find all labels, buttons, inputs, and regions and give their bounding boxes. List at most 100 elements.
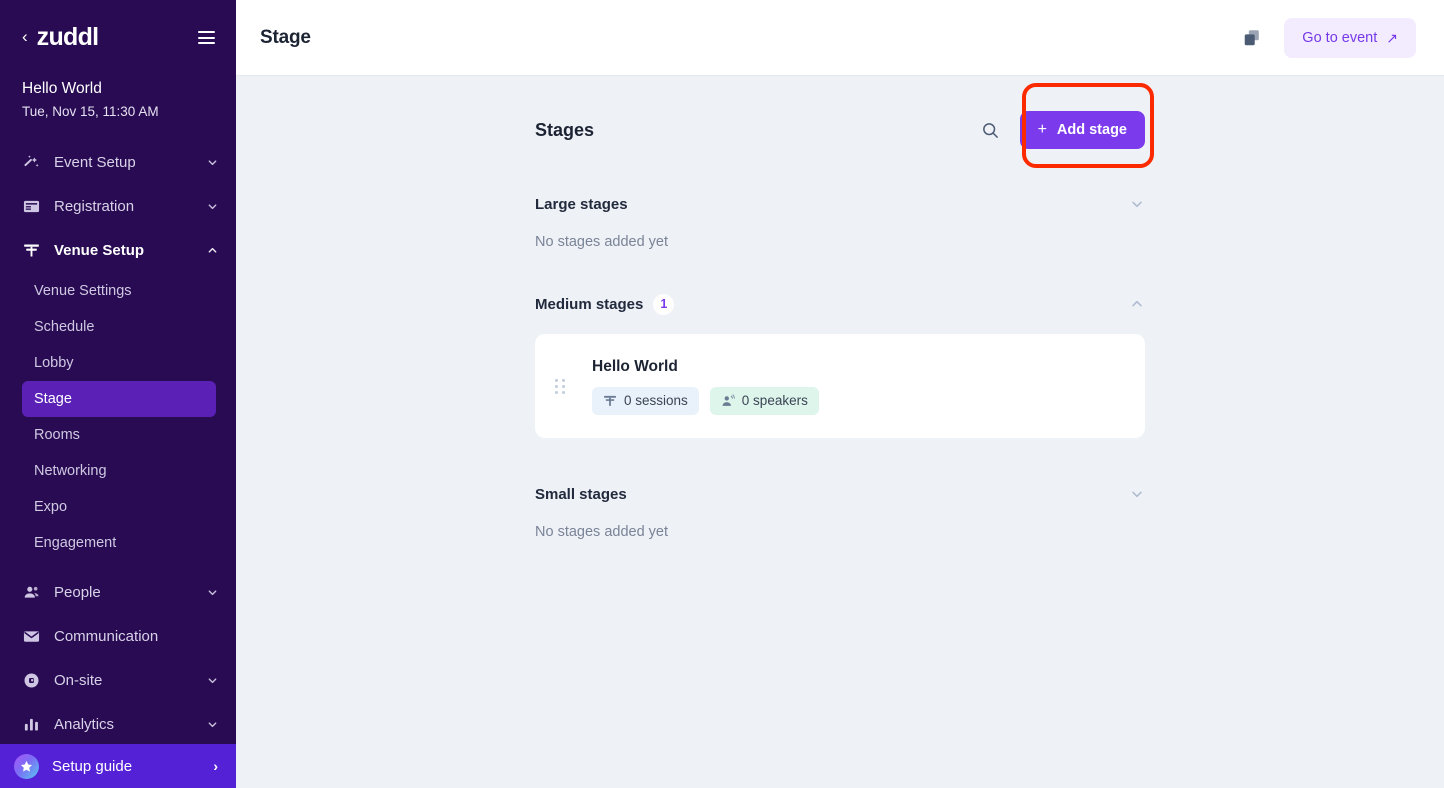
speakers-label: 0 speakers [742, 393, 808, 408]
section-title: Medium stages [535, 296, 643, 313]
speakers-badge: 0 speakers [710, 387, 819, 415]
top-bar: Stage Go to event ↗ [236, 0, 1444, 76]
envelope-icon [22, 628, 40, 646]
section-large-stages: Large stages No stages added yet [535, 190, 1145, 252]
sidebar-item-label: On-site [54, 672, 206, 689]
stage-count-badge: 1 [653, 294, 674, 315]
go-to-event-button[interactable]: Go to event ↗ [1284, 18, 1416, 58]
sessions-label: 0 sessions [624, 393, 688, 408]
section-title: Large stages [535, 196, 628, 213]
sidebar-item-venue-setup[interactable]: Venue Setup [0, 229, 236, 273]
sub-item-label: Expo [34, 499, 67, 515]
chevron-down-icon[interactable] [206, 201, 218, 213]
sub-item-label: Stage [34, 391, 72, 407]
section-title: Small stages [535, 486, 627, 503]
sidebar-item-rooms[interactable]: Rooms [22, 417, 216, 453]
empty-text-small: No stages added yet [535, 522, 1145, 542]
search-icon[interactable] [976, 115, 1006, 145]
podium-icon [603, 394, 617, 408]
app-root: ‹ zuddl Hello World Tue, Nov 15, 11:30 A… [0, 0, 1444, 788]
panel-title: Stages [535, 120, 594, 141]
sub-item-label: Lobby [34, 355, 74, 371]
copy-duplicate-icon[interactable] [1242, 28, 1262, 48]
speaker-person-icon [721, 394, 735, 408]
topbar-actions: Go to event ↗ [1242, 18, 1416, 58]
brand-name: zuddl [37, 25, 99, 50]
sidebar: ‹ zuddl Hello World Tue, Nov 15, 11:30 A… [0, 0, 236, 788]
stage-name: Hello World [592, 358, 819, 376]
section-header-medium[interactable]: Medium stages 1 [535, 290, 1145, 318]
add-stage-button[interactable]: + Add stage [1020, 111, 1145, 149]
content-area: Stages + Add stage [236, 76, 1444, 788]
sidebar-item-stage[interactable]: Stage [22, 381, 216, 417]
stage-podium-icon [22, 242, 40, 260]
sub-item-label: Venue Settings [34, 283, 132, 299]
sub-item-label: Engagement [34, 535, 116, 551]
drag-handle-icon[interactable] [555, 379, 565, 394]
chevron-left-icon[interactable]: ‹ [22, 28, 28, 45]
sub-item-label: Rooms [34, 427, 80, 443]
sub-item-label: Networking [34, 463, 107, 479]
sidebar-item-on-site[interactable]: On-site [0, 659, 236, 703]
badge-scanner-icon [22, 672, 40, 690]
venue-setup-subnav: Venue Settings Schedule Lobby Stage Room… [0, 273, 236, 561]
stages-panel: Stages + Add stage [535, 76, 1145, 542]
chevron-down-icon[interactable] [206, 719, 218, 731]
sidebar-item-networking[interactable]: Networking [22, 453, 216, 489]
sidebar-item-label: Venue Setup [54, 242, 206, 259]
sidebar-item-schedule[interactable]: Schedule [22, 309, 216, 345]
setup-guide-button[interactable]: Setup guide › [0, 744, 236, 788]
sidebar-header: ‹ zuddl [0, 0, 236, 76]
sessions-badge: 0 sessions [592, 387, 699, 415]
chevron-down-icon[interactable] [206, 675, 218, 687]
empty-text-large: No stages added yet [535, 232, 1145, 252]
sub-item-label: Schedule [34, 319, 94, 335]
people-icon [22, 584, 40, 602]
brand-logo[interactable]: ‹ zuddl [22, 25, 98, 50]
section-header-large[interactable]: Large stages [535, 190, 1145, 218]
panel-actions: + Add stage [976, 111, 1145, 149]
sidebar-item-label: People [54, 584, 206, 601]
star-icon [14, 754, 39, 779]
bar-chart-icon [22, 716, 40, 734]
plus-icon: + [1038, 122, 1047, 138]
section-header-small[interactable]: Small stages [535, 480, 1145, 508]
setup-guide-label: Setup guide [52, 758, 213, 775]
magic-wand-icon [22, 154, 40, 172]
chevron-down-icon[interactable] [206, 157, 218, 169]
event-datetime: Tue, Nov 15, 11:30 AM [22, 101, 214, 123]
sidebar-item-engagement[interactable]: Engagement [22, 525, 216, 561]
sidebar-item-label: Analytics [54, 716, 206, 733]
chevron-right-icon[interactable]: › [213, 758, 218, 774]
arrow-up-right-icon: ↗ [1386, 31, 1398, 45]
sidebar-item-registration[interactable]: Registration [0, 185, 236, 229]
sidebar-item-people[interactable]: People [0, 571, 236, 615]
section-medium-stages: Medium stages 1 Hello World [535, 290, 1145, 438]
chevron-down-icon[interactable] [1129, 486, 1145, 502]
section-small-stages: Small stages No stages added yet [535, 480, 1145, 542]
event-name: Hello World [22, 78, 214, 100]
sidebar-item-lobby[interactable]: Lobby [22, 345, 216, 381]
chevron-up-icon[interactable] [206, 245, 218, 257]
sidebar-item-label: Registration [54, 198, 206, 215]
sidebar-item-venue-settings[interactable]: Venue Settings [22, 273, 216, 309]
sidebar-item-label: Communication [54, 628, 218, 645]
stage-card[interactable]: Hello World 0 sessions [535, 334, 1145, 438]
sidebar-item-analytics[interactable]: Analytics [0, 703, 236, 744]
chevron-up-icon[interactable] [1129, 296, 1145, 312]
main-area: Stage Go to event ↗ Stages [236, 0, 1444, 788]
stages-header: Stages + Add stage [535, 108, 1145, 152]
stage-card-body: Hello World 0 sessions [592, 358, 819, 415]
chevron-down-icon[interactable] [206, 587, 218, 599]
sidebar-item-event-setup[interactable]: Event Setup [0, 141, 236, 185]
stage-stats: 0 sessions 0 speakers [592, 387, 819, 415]
page-title: Stage [260, 27, 311, 49]
add-stage-label: Add stage [1057, 122, 1127, 138]
form-card-icon [22, 198, 40, 216]
hamburger-icon[interactable] [195, 28, 218, 47]
sidebar-item-expo[interactable]: Expo [22, 489, 216, 525]
sidebar-item-label: Event Setup [54, 154, 206, 171]
sidebar-item-communication[interactable]: Communication [0, 615, 236, 659]
chevron-down-icon[interactable] [1129, 196, 1145, 212]
go-to-event-label: Go to event [1302, 30, 1377, 46]
